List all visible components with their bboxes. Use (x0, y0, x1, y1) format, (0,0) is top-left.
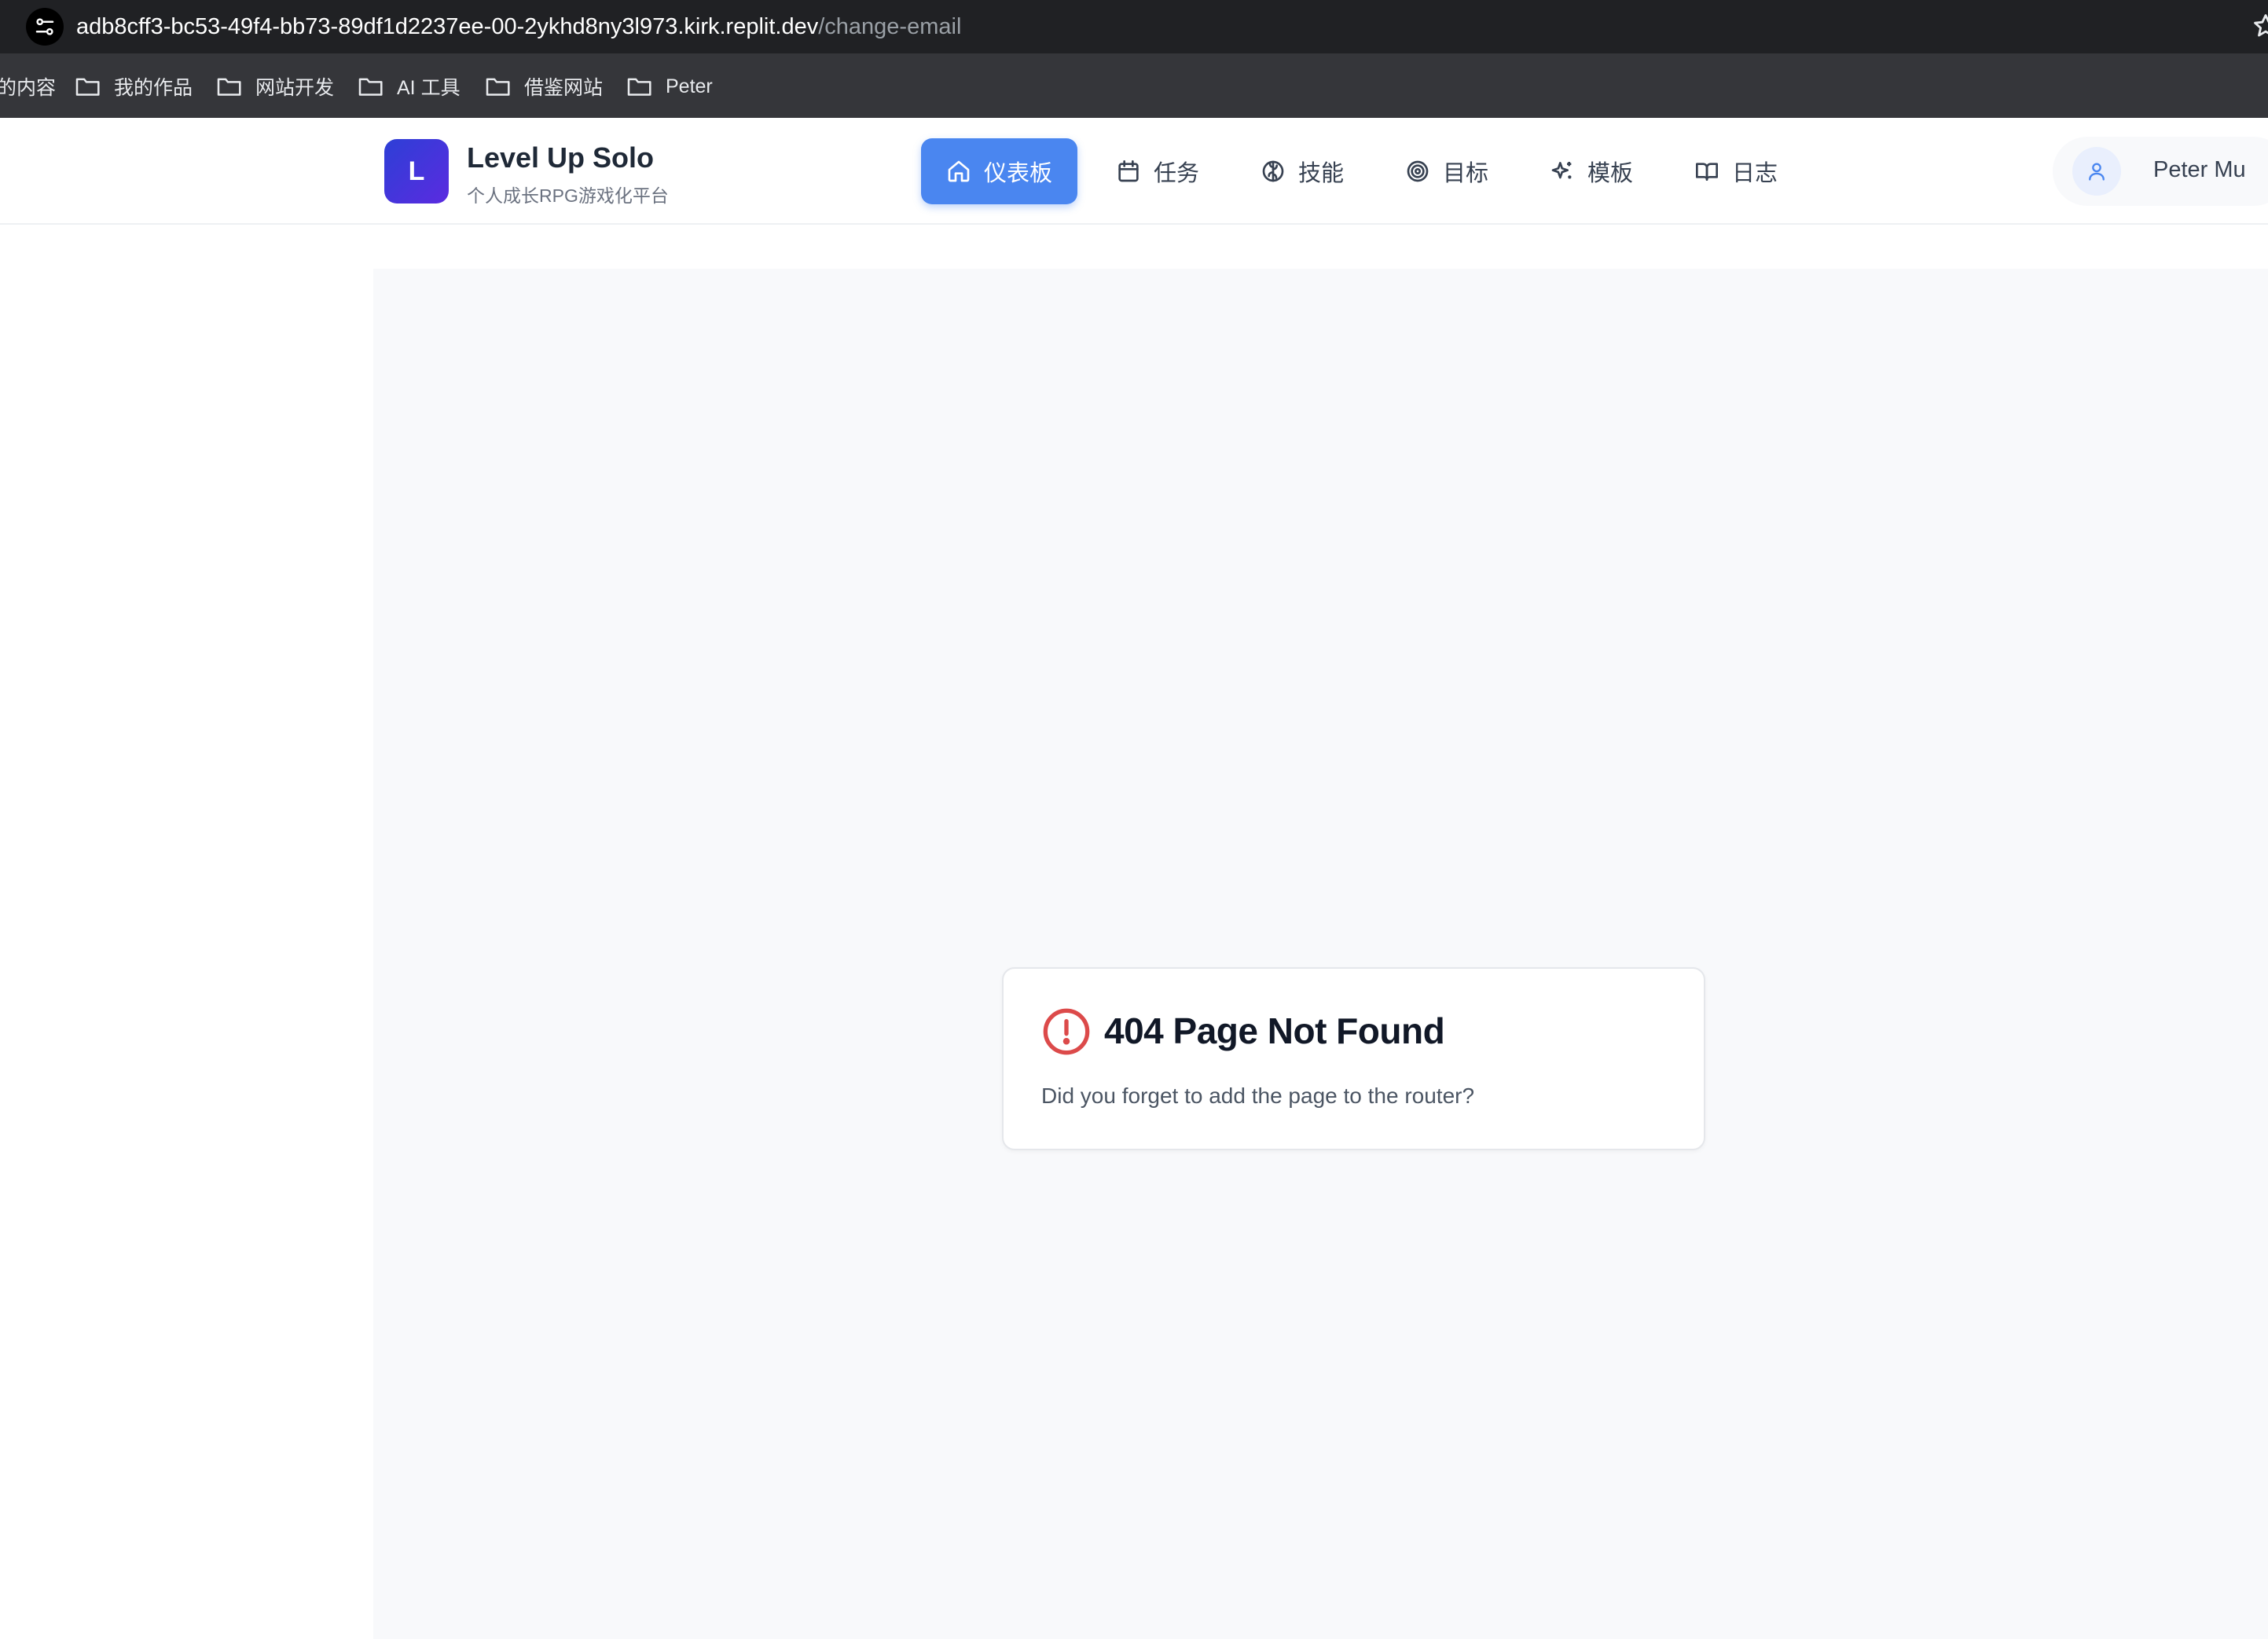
calendar-icon (1118, 160, 1139, 182)
nav-label: 模板 (1587, 161, 1634, 186)
nav-journal[interactable]: 日志 (1669, 138, 1803, 204)
app-logo[interactable]: L (384, 139, 449, 204)
app-header: L Level Up Solo 个人成长RPG游戏化平台 仪表板 任务 技能 目… (0, 118, 2268, 225)
nav-skills[interactable]: 技能 (1235, 138, 1369, 204)
bookmark-label: AI 工具 (397, 77, 461, 99)
user-icon (2089, 163, 2105, 181)
bookmark-folder-peter[interactable]: Peter (626, 71, 713, 102)
bookmark-folder-reference-sites[interactable]: 借鉴网站 (485, 71, 603, 102)
bookmark-label: 网站开发 (255, 77, 335, 99)
url-host: adb8cff3-bc53-49f4-bb73-89df1d2237ee-00-… (76, 14, 819, 39)
folder-icon (486, 78, 510, 96)
logo-letter: L (408, 156, 425, 186)
nav-label: 目标 (1443, 161, 1489, 186)
bookmark-label: 的内容 (0, 77, 57, 99)
star-icon[interactable] (2252, 13, 2268, 39)
username: Peter Mu (2153, 157, 2246, 182)
bookmark-item[interactable]: 的内容 (0, 71, 56, 102)
error-title: 404 Page Not Found (1104, 1010, 1445, 1051)
folder-icon (358, 78, 383, 96)
bookmark-folder-my-works[interactable]: 我的作品 (75, 71, 193, 102)
bookmark-label: 借鉴网站 (524, 77, 604, 99)
nav-templates[interactable]: 模板 (1525, 138, 1658, 204)
bookmark-label: 我的作品 (114, 77, 193, 99)
main-content (373, 269, 2268, 1639)
tune-icon (35, 18, 54, 35)
folder-icon (75, 78, 100, 96)
nav-goals[interactable]: 目标 (1380, 138, 1514, 204)
bookmark-folder-web-dev[interactable]: 网站开发 (216, 71, 334, 102)
sparkles-icon (1551, 162, 1572, 179)
user-menu[interactable]: Peter Mu (2053, 137, 2268, 206)
bookmarks-bar: 的内容 我的作品 网站开发 AI 工具 借鉴网站 Peter (0, 53, 2268, 171)
target-icon (1407, 160, 1429, 182)
app-subtitle: 个人成长RPG游戏化平台 (467, 185, 669, 206)
nav-dashboard[interactable]: 仪表板 (921, 138, 1078, 204)
folder-icon (217, 78, 241, 96)
address-bar: adb8cff3-bc53-49f4-bb73-89df1d2237ee-00-… (0, 0, 2268, 53)
nav-label: 技能 (1298, 161, 1345, 186)
not-found-card: 404 Page Not Found Did you forget to add… (1002, 967, 1705, 1150)
bookmark-label: Peter (666, 75, 713, 97)
url-field[interactable]: adb8cff3-bc53-49f4-bb73-89df1d2237ee-00-… (76, 13, 961, 41)
nav-label: 日志 (1732, 161, 1778, 186)
alert-circle-icon (1043, 1008, 1090, 1055)
book-open-icon (1696, 163, 1718, 181)
site-info-button[interactable] (26, 8, 64, 46)
nav-tasks[interactable]: 任务 (1091, 138, 1224, 204)
brain-icon (1262, 160, 1284, 182)
browser-window: adb8cff3-bc53-49f4-bb73-89df1d2237ee-00-… (0, 0, 2268, 1639)
home-icon (948, 160, 970, 182)
bookmark-folder-ai-tools[interactable]: AI 工具 (358, 71, 461, 102)
app-title: Level Up Solo (467, 141, 655, 174)
url-path: /change-email (818, 14, 962, 39)
nav-label: 任务 (1154, 161, 1200, 186)
folder-icon (627, 78, 651, 96)
nav-label: 仪表板 (984, 161, 1053, 186)
error-message: Did you forget to add the page to the ro… (1041, 1084, 1475, 1108)
avatar (2072, 147, 2121, 196)
